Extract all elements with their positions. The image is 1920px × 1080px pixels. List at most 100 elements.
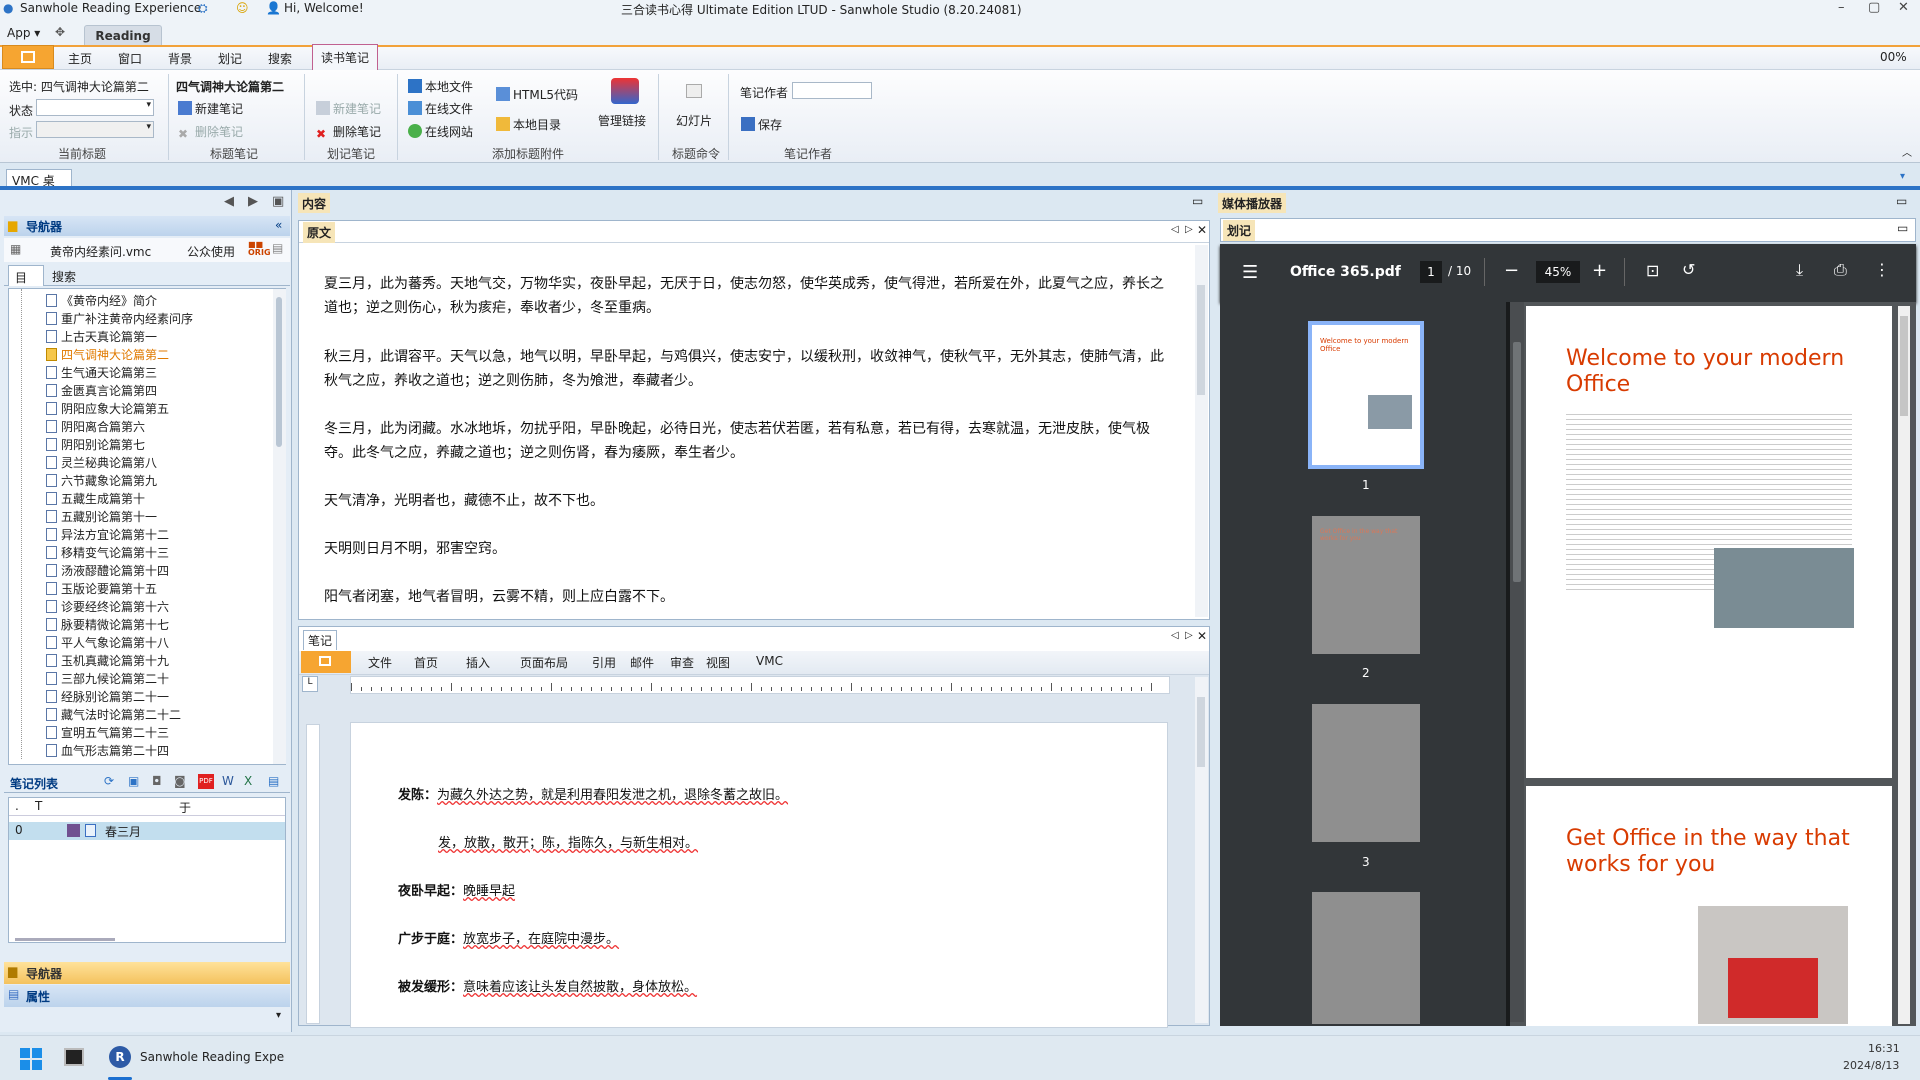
move-icon[interactable]: ✥	[55, 25, 65, 39]
zoom-in-icon[interactable]: +	[1592, 260, 1607, 281]
vertical-ruler[interactable]	[306, 724, 320, 1024]
prev-icon[interactable]: ◁	[1171, 630, 1179, 641]
manage-links-icon[interactable]	[611, 78, 639, 104]
toc-item[interactable]: 灵兰秘典论篇第八	[46, 454, 157, 472]
back-icon[interactable]: ◀	[224, 194, 234, 209]
toc-item[interactable]: 重广补注黄帝内经素问序	[46, 310, 193, 328]
view-icon[interactable]: ▣	[128, 774, 139, 788]
toc-item[interactable]: 玉机真藏论篇第十九	[46, 652, 169, 670]
toc-item[interactable]: 《黄帝内经》简介	[46, 292, 157, 310]
local-dir-button[interactable]: 本地目录	[496, 116, 561, 133]
slideshow-button[interactable]: 幻灯片	[676, 112, 712, 129]
close-tab-icon[interactable]: ✕	[1197, 223, 1207, 237]
toc-scrollbar[interactable]	[273, 289, 286, 764]
word-menu-item[interactable]: 首页	[414, 654, 438, 671]
orig-icon[interactable]: ■■ ORIG	[248, 241, 271, 257]
collapse-ribbon-icon[interactable]: ︿	[1902, 144, 1912, 159]
menu-item-mark[interactable]: 划记	[218, 50, 242, 67]
word-menu-item[interactable]: 审查	[670, 654, 694, 671]
toc-item[interactable]: 阴阳离合篇第六	[46, 418, 145, 436]
toc-item[interactable]: 上古天真论篇第一	[46, 328, 157, 346]
lock-icon[interactable]: ▤	[272, 241, 283, 255]
task-view-icon[interactable]	[64, 1048, 84, 1066]
menu-item-home[interactable]: 主页	[68, 50, 92, 67]
app-taskbar-icon[interactable]: R	[109, 1046, 131, 1068]
next-icon[interactable]: ▷	[1185, 224, 1193, 235]
toc-item[interactable]: 阴阳应象大论篇第五	[46, 400, 169, 418]
menu-item-background[interactable]: 背景	[168, 50, 192, 67]
horizontal-ruler[interactable]	[350, 676, 1170, 694]
thumbnail-4[interactable]	[1312, 892, 1420, 1024]
original-tab[interactable]: 原文	[303, 222, 336, 243]
mark-tab[interactable]: 划记	[1223, 220, 1256, 241]
menu-item-window[interactable]: 窗口	[118, 50, 142, 67]
indicator-select[interactable]: ▾	[36, 121, 154, 138]
manage-links-button[interactable]: 管理链接	[598, 112, 646, 129]
toc-item[interactable]: 四气调神大论篇第二	[46, 346, 169, 364]
toc-item[interactable]: 阴阳别论篇第七	[46, 436, 145, 454]
save-button[interactable]: 保存	[741, 116, 782, 133]
file-menu-button[interactable]	[2, 45, 54, 69]
dropdown-icon[interactable]: ▾	[1900, 171, 1905, 182]
word-file-button[interactable]	[301, 651, 351, 673]
content-tab[interactable]: 内容	[298, 193, 331, 213]
media-player-tab[interactable]: 媒体播放器	[1218, 193, 1287, 213]
word-menu-item[interactable]: 插入	[466, 654, 490, 671]
word-menu-item[interactable]: 邮件	[630, 654, 654, 671]
excel-icon[interactable]: X	[244, 774, 252, 788]
maximize-panel-icon[interactable]: ▭	[1896, 194, 1907, 208]
delete-mark-note-button[interactable]: ✖ 删除笔记	[316, 123, 381, 141]
zoom-input[interactable]: 45%	[1536, 261, 1580, 283]
record-icon[interactable]: ◙	[174, 774, 186, 788]
doc-icon[interactable]: ▤	[268, 774, 279, 788]
toc-item[interactable]: 汤液醪醴论篇第十四	[46, 562, 169, 580]
thumbnail-2[interactable]: Get Office in the way that works for you	[1312, 516, 1420, 654]
settings-icon[interactable]: ⛭	[198, 1, 208, 16]
author-input[interactable]	[792, 82, 872, 99]
taskbar-app-label[interactable]: Sanwhole Reading Expe	[140, 1050, 284, 1064]
delete-title-note-button[interactable]: ✖ 删除笔记	[178, 123, 243, 141]
toc-item[interactable]: 金匮真言论篇第四	[46, 382, 157, 400]
notes-tab[interactable]: 笔记	[303, 630, 338, 650]
export-icon[interactable]: ◘	[152, 774, 162, 788]
reading-tab[interactable]: Reading	[84, 25, 162, 45]
local-file-button[interactable]: 本地文件	[408, 78, 473, 95]
panel-menu-icon[interactable]: ▣	[272, 194, 284, 209]
html5-code-button[interactable]: HTML5代码	[496, 86, 578, 103]
toc-item[interactable]: 经脉别论篇第二十一	[46, 688, 169, 706]
content-scrollbar[interactable]	[1195, 245, 1208, 617]
page-input[interactable]: 1	[1420, 261, 1442, 283]
status-select[interactable]: ▾	[36, 99, 154, 116]
print-icon[interactable]: ⎙	[1834, 260, 1847, 280]
close-tab-icon[interactable]: ✕	[1197, 629, 1207, 643]
toc-item[interactable]: 移精变气论篇第十三	[46, 544, 169, 562]
download-icon[interactable]: ⤓	[1796, 260, 1803, 280]
more-icon[interactable]: ⋮	[1874, 260, 1890, 279]
expand-icon[interactable]: ▾	[276, 1010, 281, 1021]
menu-icon[interactable]: ☰	[1242, 262, 1258, 283]
maximize-panel-icon[interactable]: ▭	[1192, 194, 1203, 208]
bottom-nav-properties[interactable]: 属性	[4, 985, 290, 1007]
toc-item[interactable]: 三部九候论篇第二十	[46, 670, 169, 688]
tab-contents[interactable]: 目录	[8, 265, 44, 302]
app-menu-button[interactable]: App ▾	[7, 26, 40, 40]
zoom-out-icon[interactable]: −	[1504, 260, 1519, 281]
forward-icon[interactable]: ▶	[248, 194, 258, 209]
word-menu-item[interactable]: 文件	[368, 654, 392, 671]
toc-item[interactable]: 五藏别论篇第十一	[46, 508, 157, 526]
user-icon[interactable]: 👤	[266, 1, 281, 15]
prev-icon[interactable]: ◁	[1171, 224, 1179, 235]
restore-icon[interactable]: ▭	[1897, 221, 1908, 235]
toc-item[interactable]: 血气形志篇第二十四	[46, 742, 169, 760]
pdf-icon[interactable]: PDF	[198, 774, 214, 789]
toc-item[interactable]: 藏气法时论篇第二十二	[46, 706, 181, 724]
menu-item-reading-notes[interactable]: 读书笔记	[312, 44, 379, 71]
online-site-button[interactable]: 在线网站	[408, 123, 473, 140]
toc-item[interactable]: 脉要精微论篇第十七	[46, 616, 169, 634]
smile-icon[interactable]: ☺	[236, 1, 249, 15]
refresh-icon[interactable]: ⟳	[104, 774, 114, 788]
new-mark-note-button[interactable]: 新建笔记	[316, 100, 381, 117]
toc-item[interactable]: 生气通天论篇第三	[46, 364, 157, 382]
toc-item[interactable]: 诊要经终论篇第十六	[46, 598, 169, 616]
slideshow-icon[interactable]	[686, 84, 702, 98]
